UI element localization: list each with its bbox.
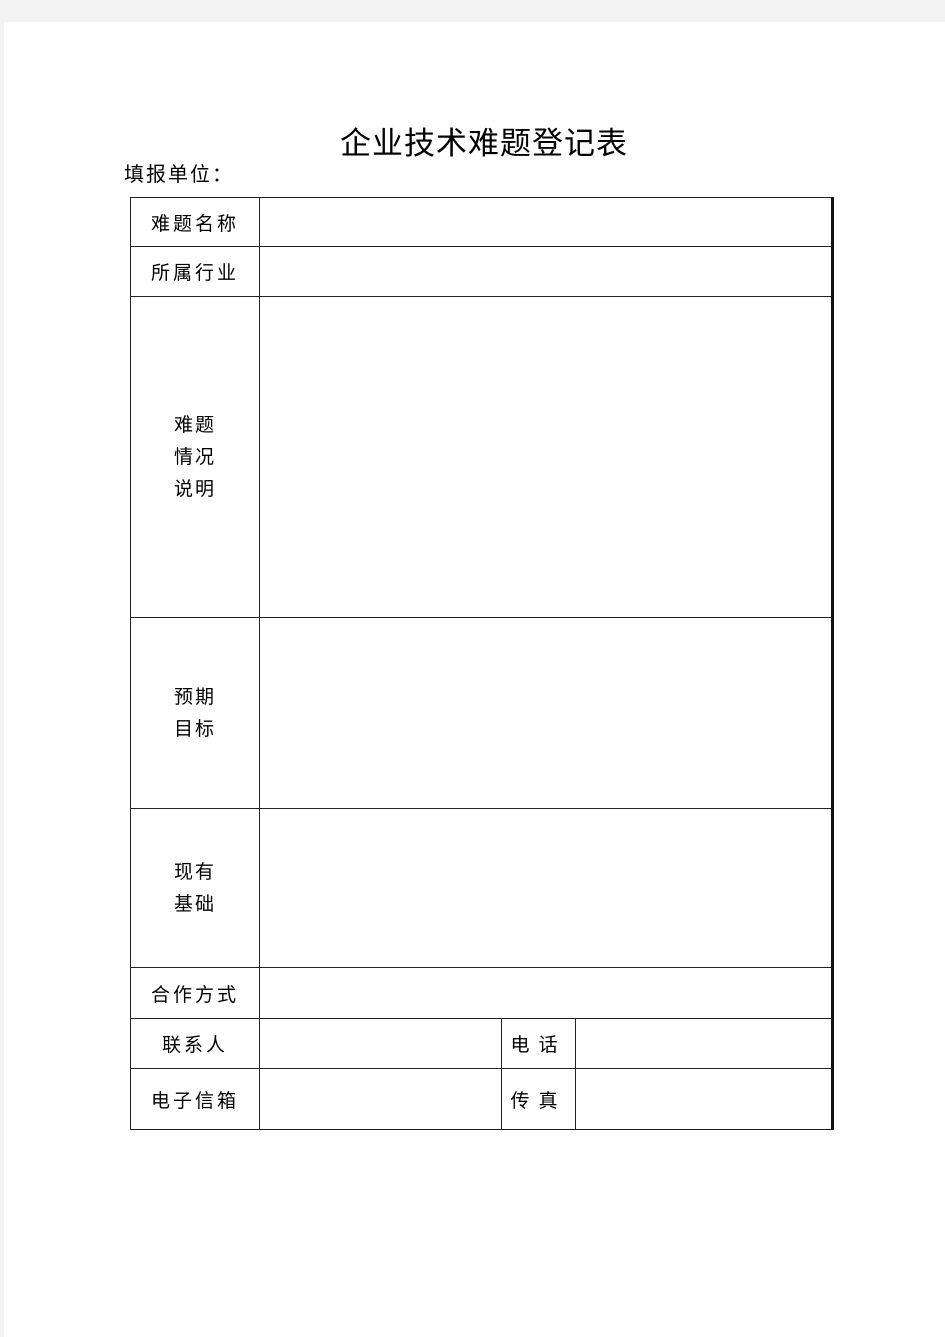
- industry-field[interactable]: [258, 246, 835, 297]
- problem-description-label: 难题 情况 说明: [130, 296, 260, 618]
- industry-label: 所属行业: [130, 246, 260, 297]
- label-line: 说明: [173, 478, 216, 500]
- label-line: 现有: [173, 861, 216, 883]
- registration-form-table: 难题名称 所属行业 难题 情况 说明 预期 目标 现有 基础 合作方式 联系人 …: [130, 197, 835, 1130]
- expected-goal-label: 预期 目标: [130, 617, 260, 809]
- phone-label: 电话: [501, 1018, 576, 1069]
- email-field[interactable]: [259, 1068, 502, 1130]
- existing-basis-label: 现有 基础: [130, 808, 260, 968]
- row-email-fax: 电子信箱 传真: [130, 1068, 835, 1130]
- cooperation-mode-field[interactable]: [258, 967, 835, 1019]
- existing-basis-field[interactable]: [258, 808, 835, 968]
- problem-description-field[interactable]: [258, 296, 835, 618]
- problem-name-label: 难题名称: [130, 197, 260, 247]
- row-expected-goal: 预期 目标: [130, 617, 835, 809]
- contact-person-label: 联系人: [130, 1018, 260, 1069]
- label-line: 情况: [173, 446, 216, 468]
- row-industry: 所属行业: [130, 246, 835, 297]
- label-line: 目标: [173, 718, 216, 740]
- label-line: 难题: [173, 414, 216, 436]
- row-problem-description: 难题 情况 说明: [130, 296, 835, 618]
- row-problem-name: 难题名称: [130, 197, 835, 247]
- label-line: 预期: [173, 686, 216, 708]
- problem-name-field[interactable]: [258, 197, 835, 247]
- cooperation-mode-label: 合作方式: [130, 967, 260, 1019]
- email-label: 电子信箱: [130, 1068, 260, 1130]
- label-line: 基础: [173, 893, 216, 915]
- row-existing-basis: 现有 基础: [130, 808, 835, 968]
- phone-field[interactable]: [574, 1018, 835, 1069]
- document-page: 企业技术难题登记表 填报单位： 难题名称 所属行业 难题 情况 说明 预期 目标…: [4, 22, 945, 1337]
- contact-person-field[interactable]: [259, 1018, 502, 1069]
- reporting-unit-label: 填报单位：: [124, 162, 234, 186]
- fax-field[interactable]: [574, 1068, 835, 1130]
- row-contact: 联系人 电话: [130, 1018, 835, 1069]
- expected-goal-field[interactable]: [258, 617, 835, 809]
- fax-label: 传真: [501, 1068, 576, 1130]
- row-cooperation-mode: 合作方式: [130, 967, 835, 1019]
